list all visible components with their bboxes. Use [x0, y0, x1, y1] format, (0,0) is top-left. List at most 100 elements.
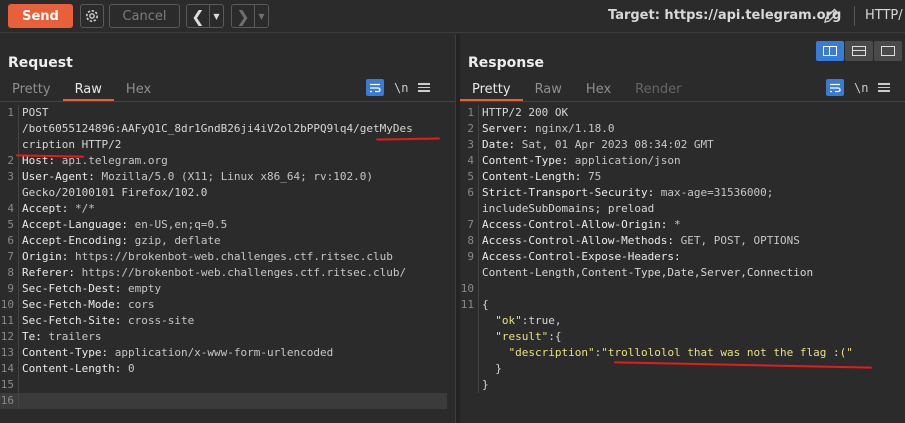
code-line[interactable]: 6 Accept-Encoding: gzip, deflate — [0, 233, 447, 249]
chevron-right-icon[interactable]: ❯ — [232, 5, 254, 27]
line-number: 6 — [467, 186, 474, 199]
chevron-down-icon[interactable]: ▼ — [209, 5, 223, 27]
code-line[interactable]: 14 Content-Length: 0 — [0, 361, 447, 377]
code-line[interactable]: } — [460, 377, 900, 393]
newline-toggle[interactable]: \n — [394, 81, 408, 95]
gutter-divider — [478, 265, 479, 281]
code-line[interactable]: "result":{ — [460, 329, 900, 345]
header-value: max-age=31536000; — [654, 186, 774, 199]
code-line[interactable]: 4 Accept: */* — [0, 201, 447, 217]
line-number — [0, 185, 18, 201]
code-line[interactable]: 4 Content-Type: application/json — [460, 153, 900, 169]
json-string-value: "trollololol that was not the flag :(" — [601, 346, 853, 359]
code-line[interactable]: 9 Access-Control-Expose-Headers: — [460, 249, 900, 265]
code-line[interactable]: 12 Te: trailers — [0, 329, 447, 345]
line-text: Accept-Encoding: gzip, deflate — [22, 233, 221, 249]
response-editor[interactable]: 1 HTTP/2 200 OK 2 Server: nginx/1.18.0 3 Date… — [460, 105, 900, 393]
line-text: User-Agent: Mozilla/5.0 (X11; Linux x86_… — [22, 169, 373, 185]
line-number: 1 — [467, 106, 474, 119]
layout-side-by-side-icon[interactable] — [816, 41, 844, 61]
tab-pretty[interactable]: Pretty — [460, 79, 523, 101]
send-button[interactable]: Send — [8, 4, 73, 28]
layout-stacked-icon[interactable] — [845, 41, 873, 61]
tab-render[interactable]: Render — [623, 79, 693, 101]
code-line[interactable]: includeSubDomains; preload — [460, 201, 900, 217]
code-line[interactable]: "description":"trollololol that was not … — [460, 345, 900, 361]
line-number: 16 — [0, 394, 14, 407]
code-line[interactable]: 10 — [460, 281, 900, 297]
code-line[interactable]: 2 Server: nginx/1.18.0 — [460, 121, 900, 137]
code-line[interactable]: 16 — [0, 393, 447, 409]
chevron-left-icon[interactable]: ❮ — [187, 5, 209, 27]
code-line[interactable]: 6 Strict-Transport-Security: max-age=3153… — [460, 185, 900, 201]
edit-target-icon[interactable] — [820, 5, 842, 27]
json-key: "result" — [495, 330, 549, 343]
code-line[interactable]: 9 Sec-Fetch-Dest: empty — [0, 281, 447, 297]
line-text: Date: Sat, 01 Apr 2023 08:34:02 GMT — [482, 137, 714, 153]
back-button-group[interactable]: ❮ ▼ — [186, 4, 224, 28]
gutter-divider — [18, 297, 19, 313]
tab-raw[interactable]: Raw — [523, 79, 574, 101]
line-text: Access-Control-Expose-Headers: — [482, 249, 681, 265]
line-number — [460, 345, 478, 361]
code-line[interactable]: Gecko/20100101 Firefox/102.0 — [0, 185, 447, 201]
header-name: Accept: — [22, 202, 69, 215]
code-line[interactable]: 5 Content-Length: 75 — [460, 169, 900, 185]
header-value: cross-site — [121, 314, 195, 327]
code-line[interactable]: 7 Origin: https://brokenbot-web.challenge… — [0, 249, 447, 265]
header-name: Access-Control-Expose-Headers: — [482, 250, 681, 263]
target-label: Target: https://api.telegram.org — [608, 8, 842, 23]
code-line[interactable]: 10 Sec-Fetch-Mode: cors — [0, 297, 447, 313]
protocol-label[interactable]: HTTP/ — [865, 8, 903, 23]
layout-tabs-icon[interactable] — [874, 41, 902, 61]
wrap-lines-icon[interactable] — [826, 79, 844, 96]
line-number: 8 — [7, 266, 14, 279]
code-line[interactable]: 1 POST — [0, 105, 447, 121]
response-tabs: Pretty Raw Hex Render — [460, 79, 693, 101]
code-line[interactable]: 8 Referer: https://brokenbot-web.challeng… — [0, 265, 447, 281]
code-line[interactable]: 7 Access-Control-Allow-Origin: * — [460, 217, 900, 233]
request-title: Request — [8, 55, 73, 71]
code-line[interactable]: /bot6055124896:AAFyQ1C_8dr1GndB26ji4iV2o… — [0, 121, 447, 137]
json-key: "ok" — [495, 314, 522, 327]
gutter-divider — [478, 297, 479, 313]
header-value: */* — [68, 202, 95, 215]
newline-toggle[interactable]: \n — [854, 81, 868, 95]
tab-hex[interactable]: Hex — [114, 79, 163, 101]
chevron-down-icon[interactable]: ▼ — [254, 5, 268, 27]
code-line[interactable]: 15 — [0, 377, 447, 393]
tab-pretty[interactable]: Pretty — [0, 79, 63, 101]
code-line[interactable]: 11 Sec-Fetch-Site: cross-site — [0, 313, 447, 329]
tab-raw[interactable]: Raw — [62, 79, 114, 101]
cancel-button[interactable]: Cancel — [109, 4, 180, 28]
code-line[interactable]: 3 Date: Sat, 01 Apr 2023 08:34:02 GMT — [460, 137, 900, 153]
code-line[interactable]: 8 Access-Control-Allow-Methods: GET, POST… — [460, 233, 900, 249]
tab-underline — [0, 101, 455, 102]
code-line[interactable]: 1 HTTP/2 200 OK — [460, 105, 900, 121]
code-line[interactable]: 3 User-Agent: Mozilla/5.0 (X11; Linux x86… — [0, 169, 447, 185]
line-text: Gecko/20100101 Firefox/102.0 — [22, 186, 208, 199]
wrap-lines-icon[interactable] — [366, 79, 384, 96]
line-text: Content-Length: 75 — [482, 169, 601, 185]
code-line[interactable]: 11 { — [460, 297, 900, 313]
code-line[interactable]: 13 Content-Type: application/x-www-form-u… — [0, 345, 447, 361]
code-line[interactable]: "ok":true, — [460, 313, 900, 329]
code-line[interactable]: Content-Length,Content-Type,Date,Server,… — [460, 265, 900, 281]
menu-icon[interactable] — [418, 83, 431, 92]
toolbar-divider — [854, 6, 855, 26]
line-number: 4 — [7, 202, 14, 215]
request-editor[interactable]: 1 POST/bot6055124896:AAFyQ1C_8dr1GndB26ji… — [0, 105, 447, 409]
code-line[interactable]: 5 Accept-Language: en-US,en;q=0.5 — [0, 217, 447, 233]
gutter-divider — [18, 105, 19, 121]
gutter-divider — [18, 313, 19, 329]
header-name: Sec-Fetch-Dest: — [22, 282, 122, 295]
gutter-divider — [18, 249, 19, 265]
top-toolbar: Send Cancel ❮ ▼ ❯ ▼ Target: https://api.… — [0, 0, 905, 33]
forward-button-group[interactable]: ❯ ▼ — [231, 4, 269, 28]
line-number: 3 — [467, 138, 474, 151]
menu-icon[interactable] — [878, 83, 891, 92]
gear-icon[interactable] — [80, 4, 104, 28]
line-number: 2 — [467, 122, 474, 135]
tab-hex[interactable]: Hex — [574, 79, 623, 101]
line-text: Origin: https://brokenbot-web.challenges… — [22, 249, 393, 265]
